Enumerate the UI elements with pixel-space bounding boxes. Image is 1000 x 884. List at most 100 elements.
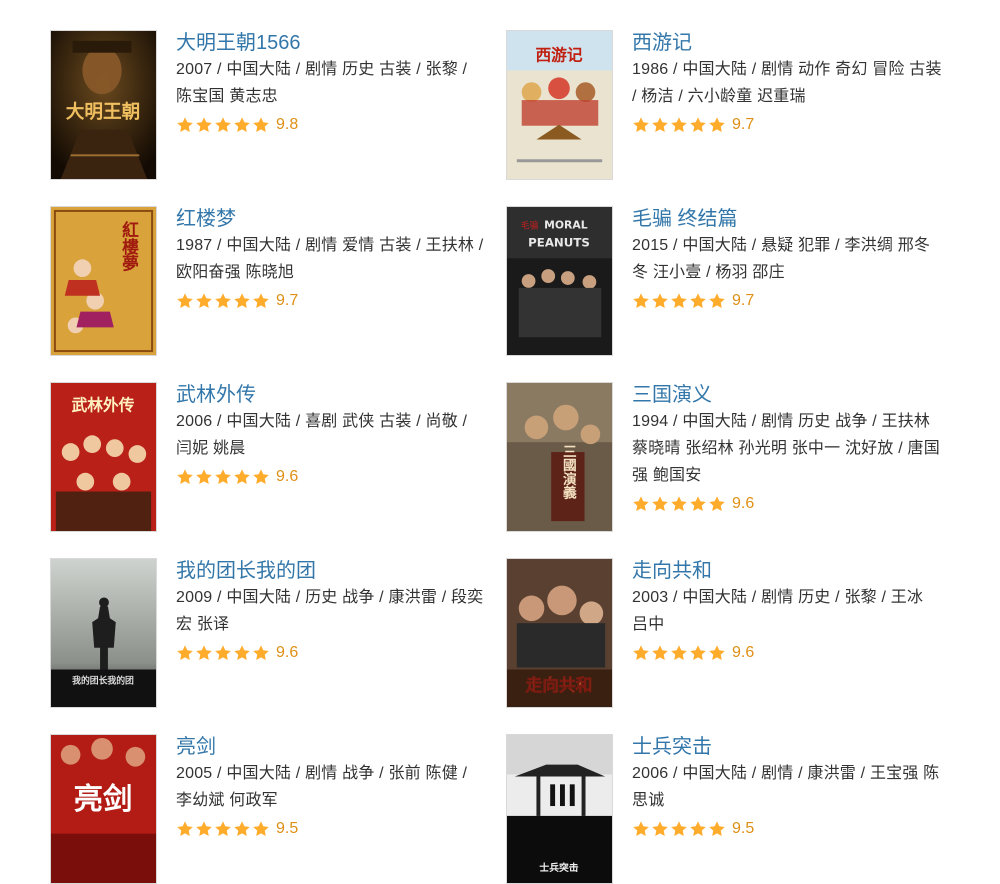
star-icon	[177, 293, 193, 308]
movie-title-link[interactable]: 西游记	[632, 30, 692, 56]
star-icon	[253, 821, 269, 836]
star-icon	[690, 821, 706, 836]
star-icon	[671, 293, 687, 308]
star-icon	[196, 645, 212, 660]
movie-poster[interactable]: 武林外传	[50, 382, 157, 532]
movie-item: 大明王朝 大明王朝1566 2007 / 中国大陆 / 剧情 历史 古装 / 张…	[50, 30, 490, 180]
movie-title-link[interactable]: 三国演义	[632, 382, 712, 408]
star-icon	[234, 645, 250, 660]
star-icon	[671, 645, 687, 660]
rating-score: 9.6	[732, 644, 755, 661]
rating-score: 9.6	[732, 495, 755, 512]
movie-info: 西游记 1986 / 中国大陆 / 剧情 动作 奇幻 冒险 古装 / 杨洁 / …	[632, 30, 944, 138]
star-icon	[690, 645, 706, 660]
movie-item: 亮剑 亮剑 2005 / 中国大陆 / 剧情 战争 / 张前 陈健 / 李幼斌 …	[50, 734, 490, 884]
movie-poster[interactable]: 大明王朝	[50, 30, 157, 180]
star-icon	[253, 117, 269, 132]
movie-title-link[interactable]: 毛骗 终结篇	[632, 206, 738, 232]
svg-text:西游记: 西游记	[535, 46, 582, 65]
star-icon	[671, 496, 687, 511]
star-icon	[234, 821, 250, 836]
movie-title-link[interactable]: 走向共和	[632, 558, 712, 584]
star-icon	[633, 293, 649, 308]
movie-poster[interactable]: MORAL PEANUTS 毛骗	[506, 206, 613, 356]
rating-stars	[176, 644, 270, 662]
movie-poster[interactable]: 走向共和	[506, 558, 613, 708]
star-icon	[709, 645, 725, 660]
rating-stars	[632, 495, 726, 513]
star-icon	[671, 117, 687, 132]
movie-item: 紅樓夢 红楼梦 1987 / 中国大陆 / 剧情 爱情 古装 / 王扶林 / 欧…	[50, 206, 490, 356]
svg-text:亮剑: 亮剑	[74, 781, 133, 816]
movie-meta: 2006 / 中国大陆 / 剧情 / 康洪雷 / 王宝强 陈思诚	[632, 765, 940, 809]
movie-info: 大明王朝1566 2007 / 中国大陆 / 剧情 历史 古装 / 张黎 / 陈…	[176, 30, 488, 138]
movie-poster[interactable]: 西游记	[506, 30, 613, 180]
movie-item: MORAL PEANUTS 毛骗 毛骗 终结篇 2015 / 中国大陆 / 悬疑…	[506, 206, 946, 356]
movie-info: 我的团长我的团 2009 / 中国大陆 / 历史 战争 / 康洪雷 / 段奕宏 …	[176, 558, 488, 666]
movie-poster[interactable]: 亮剑	[50, 734, 157, 884]
movie-poster[interactable]: 我的团长我的团	[50, 558, 157, 708]
svg-text:我的团长我的团: 我的团长我的团	[72, 674, 134, 686]
movie-rating: 9.6	[176, 464, 488, 490]
movie-title-link[interactable]: 亮剑	[176, 734, 216, 760]
star-icon	[253, 645, 269, 660]
svg-text:三國演義: 三國演義	[560, 444, 577, 501]
star-icon	[652, 496, 668, 511]
movie-rating: 9.8	[176, 112, 488, 138]
svg-text:士兵突击: 士兵突击	[539, 861, 578, 874]
movie-rating: 9.7	[632, 288, 944, 314]
rating-score: 9.6	[276, 468, 299, 485]
movie-title-link[interactable]: 士兵突击	[632, 734, 712, 760]
star-icon	[709, 496, 725, 511]
rating-stars	[176, 292, 270, 310]
movie-meta: 2006 / 中国大陆 / 喜剧 武侠 古装 / 尚敬 / 闫妮 姚晨	[176, 413, 468, 457]
movie-rating: 9.7	[176, 288, 488, 314]
rating-stars	[176, 116, 270, 134]
movie-meta: 2005 / 中国大陆 / 剧情 战争 / 张前 陈健 / 李幼斌 何政军	[176, 765, 468, 809]
svg-text:大明王朝: 大明王朝	[66, 101, 141, 123]
star-icon	[652, 293, 668, 308]
star-icon	[215, 293, 231, 308]
svg-text:毛骗: 毛骗	[521, 220, 539, 232]
movie-item: 武林外传 武林外传 2006 / 中国大陆 / 喜剧 武侠 古装 / 尚敬 / …	[50, 382, 490, 532]
rating-stars	[176, 820, 270, 838]
star-icon	[633, 117, 649, 132]
star-icon	[234, 469, 250, 484]
movie-meta: 1994 / 中国大陆 / 剧情 历史 战争 / 王扶林 蔡晓晴 张绍林 孙光明…	[632, 413, 940, 484]
star-icon	[652, 645, 668, 660]
rating-score: 9.6	[276, 644, 299, 661]
movie-poster[interactable]: 三國演義	[506, 382, 613, 532]
rating-stars	[176, 468, 270, 486]
movie-rating: 9.5	[176, 816, 488, 842]
movie-title-link[interactable]: 大明王朝1566	[176, 30, 301, 56]
movie-rating: 9.6	[176, 640, 488, 666]
movie-rating: 9.6	[632, 491, 944, 517]
movie-meta: 2015 / 中国大陆 / 悬疑 犯罪 / 李洪绸 邢冬冬 汪小壹 / 杨羽 邵…	[632, 237, 931, 281]
star-icon	[196, 821, 212, 836]
star-icon	[652, 117, 668, 132]
star-icon	[234, 293, 250, 308]
movie-poster[interactable]: 紅樓夢	[50, 206, 157, 356]
star-icon	[177, 645, 193, 660]
rating-score: 9.7	[276, 292, 299, 309]
rating-stars	[632, 116, 726, 134]
movie-title-link[interactable]: 我的团长我的团	[176, 558, 316, 584]
star-icon	[690, 293, 706, 308]
movie-title-link[interactable]: 武林外传	[176, 382, 256, 408]
star-icon	[633, 496, 649, 511]
movie-meta: 2007 / 中国大陆 / 剧情 历史 古装 / 张黎 / 陈宝国 黄志忠	[176, 61, 468, 105]
movie-title-link[interactable]: 红楼梦	[176, 206, 236, 232]
movie-poster[interactable]: 士兵突击	[506, 734, 613, 884]
star-icon	[671, 821, 687, 836]
movie-meta: 1986 / 中国大陆 / 剧情 动作 奇幻 冒险 古装 / 杨洁 / 六小龄童…	[632, 61, 942, 105]
star-icon	[196, 469, 212, 484]
rating-stars	[632, 644, 726, 662]
movie-item: 三國演義 三国演义 1994 / 中国大陆 / 剧情 历史 战争 / 王扶林 蔡…	[506, 382, 946, 532]
movie-info: 士兵突击 2006 / 中国大陆 / 剧情 / 康洪雷 / 王宝强 陈思诚 9.…	[632, 734, 944, 842]
movie-info: 武林外传 2006 / 中国大陆 / 喜剧 武侠 古装 / 尚敬 / 闫妮 姚晨…	[176, 382, 488, 490]
star-icon	[177, 821, 193, 836]
star-icon	[215, 469, 231, 484]
svg-text:PEANUTS: PEANUTS	[528, 235, 590, 249]
star-icon	[652, 821, 668, 836]
movie-rating: 9.6	[632, 640, 944, 666]
